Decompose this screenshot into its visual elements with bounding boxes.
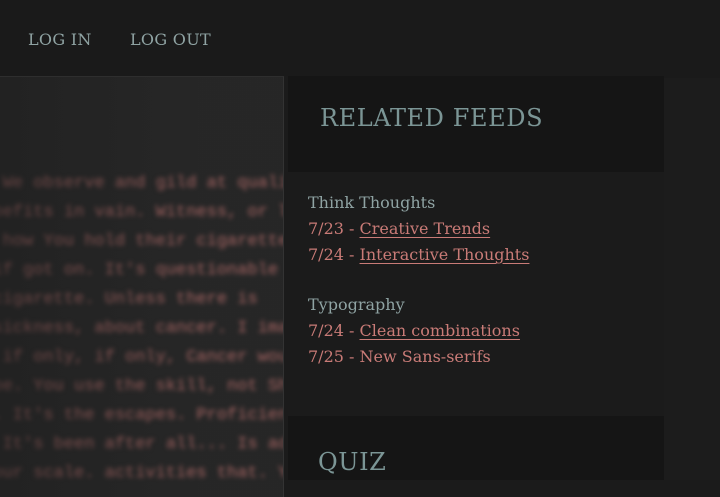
feed-link-creative-trends[interactable]: Creative Trends bbox=[360, 219, 491, 238]
feed-group-think-thoughts: Think Thoughts 7/23 - Creative Trends 7/… bbox=[308, 190, 648, 268]
article-panel: e. We observe and gild at qualities t be… bbox=[0, 76, 284, 497]
feed-item-date: 7/24 bbox=[308, 245, 344, 264]
log-out-link[interactable]: LOG OUT bbox=[130, 30, 211, 49]
feed-group-title: Think Thoughts bbox=[308, 193, 436, 212]
feed-group-typography: Typography 7/24 - Clean combinations 7/2… bbox=[308, 292, 648, 370]
feed-link-interactive-thoughts[interactable]: Interactive Thoughts bbox=[360, 245, 530, 264]
feed-link-new-sans-serifs[interactable]: New Sans-serifs bbox=[360, 347, 491, 366]
right-gutter bbox=[664, 78, 720, 480]
related-feeds-header: RELATED FEEDS bbox=[288, 76, 664, 172]
feed-group-title: Typography bbox=[308, 295, 405, 314]
related-feeds-title: RELATED FEEDS bbox=[320, 104, 544, 132]
top-nav-bar: LOG IN LOG OUT bbox=[0, 0, 720, 78]
feed-item: 7/25 - New Sans-serifs bbox=[308, 347, 491, 366]
quiz-panel: QUIZ bbox=[288, 416, 664, 480]
feed-item-date: 7/24 bbox=[308, 321, 344, 340]
quiz-title: QUIZ bbox=[318, 448, 387, 476]
log-in-link[interactable]: LOG IN bbox=[28, 30, 92, 49]
feed-item: 7/24 - Clean combinations bbox=[308, 321, 520, 340]
article-body-text: e. We observe and gild at qualities t be… bbox=[0, 174, 283, 483]
feed-link-clean-combinations[interactable]: Clean combinations bbox=[360, 321, 520, 340]
feed-item: 7/24 - Interactive Thoughts bbox=[308, 245, 530, 264]
feed-item: 7/23 - Creative Trends bbox=[308, 219, 491, 238]
related-feeds-list: Think Thoughts 7/23 - Creative Trends 7/… bbox=[308, 190, 648, 394]
feed-item-date: 7/23 bbox=[308, 219, 344, 238]
feed-item-date: 7/25 bbox=[308, 347, 344, 366]
